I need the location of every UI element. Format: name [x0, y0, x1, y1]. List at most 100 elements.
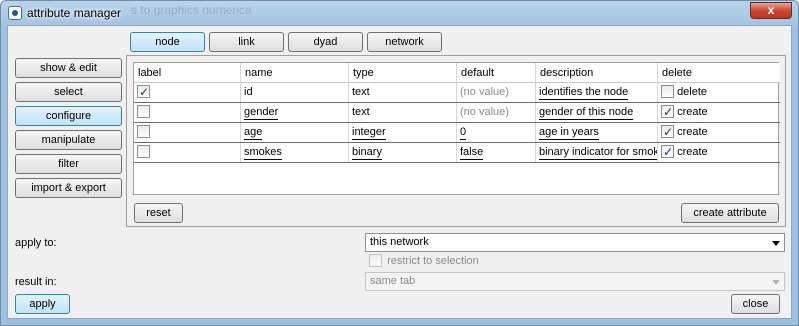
description-cell[interactable]: identifies the node [536, 83, 658, 102]
attribute-name: gender [244, 106, 279, 120]
attribute-type: text [352, 86, 370, 98]
sidebar-show-edit-label: show & edit [40, 62, 97, 74]
window-title: attribute manager [27, 6, 122, 20]
delete-checkbox[interactable] [661, 84, 674, 98]
tab-link[interactable]: link [209, 32, 284, 52]
tab-dyad-label: dyad [313, 36, 338, 48]
app-icon [8, 6, 22, 20]
default-cell[interactable]: (no value) [457, 83, 536, 102]
sidebar-filter[interactable]: filter [15, 154, 122, 174]
label-checkbox[interactable] [137, 124, 150, 138]
default-cell[interactable]: 0 [457, 123, 536, 142]
result-in-value: same tab [370, 275, 416, 287]
delete-cell[interactable]: delete [658, 83, 780, 102]
delete-cell[interactable]: create [658, 103, 780, 122]
restrict-to-selection-option[interactable]: restrict to selection [369, 254, 479, 269]
apply-to-value: this network [370, 236, 429, 248]
table-header: label name type default description dele… [134, 63, 780, 83]
label-cell[interactable] [134, 123, 241, 142]
attribute-description: identifies the node [539, 86, 629, 100]
chevron-down-icon [772, 241, 780, 246]
type-cell[interactable]: text [349, 83, 457, 102]
tab-network[interactable]: network [367, 32, 442, 52]
reset-button[interactable]: reset [134, 203, 183, 223]
label-checkbox[interactable] [137, 144, 150, 158]
table-row: id text (no value) identifies the node d… [134, 83, 780, 103]
attribute-name: smokes [244, 146, 282, 160]
attribute-description: binary indicator for smoking [539, 146, 657, 160]
sidebar-select[interactable]: select [15, 82, 122, 102]
label-cell[interactable] [134, 103, 241, 122]
tab-link-label: link [238, 36, 255, 48]
attribute-default: false [460, 146, 484, 160]
attribute-description: age in years [539, 126, 599, 140]
create-attribute-button[interactable]: create attribute [681, 203, 779, 223]
sidebar-select-label: select [54, 86, 83, 98]
close-button[interactable]: close [731, 294, 780, 314]
sidebar-import-export[interactable]: import & export [15, 178, 122, 198]
create-label: create [677, 126, 708, 138]
title-bar[interactable]: attribute manager s to graphics numerica… [1, 1, 798, 25]
apply-to-dropdown[interactable]: this network [365, 233, 785, 252]
attribute-default: (no value) [460, 106, 509, 118]
background-window-text: s to graphics numerica [131, 3, 252, 17]
sidebar-manipulate[interactable]: manipulate [15, 130, 122, 150]
close-icon: x [767, 3, 775, 17]
create-label: create [677, 106, 708, 118]
sidebar-import-export-label: import & export [31, 182, 106, 194]
tab-node[interactable]: node [130, 32, 205, 52]
result-in-dropdown[interactable]: same tab [365, 272, 785, 291]
apply-button[interactable]: apply [15, 294, 70, 314]
create-checkbox[interactable] [661, 143, 674, 162]
column-header-type[interactable]: type [349, 63, 457, 83]
label-cell[interactable] [134, 143, 241, 162]
restrict-checkbox[interactable] [369, 254, 382, 267]
tab-dyad[interactable]: dyad [288, 32, 363, 52]
attribute-default: 0 [460, 126, 467, 140]
create-checkbox[interactable] [661, 123, 674, 142]
name-cell[interactable]: smokes [241, 143, 349, 162]
default-cell[interactable]: false [457, 143, 536, 162]
type-cell[interactable]: text [349, 103, 457, 122]
create-checkbox[interactable] [661, 103, 674, 122]
sidebar-filter-label: filter [58, 158, 79, 170]
description-cell[interactable]: age in years [536, 123, 658, 142]
tab-node-label: node [155, 36, 180, 48]
apply-label: apply [29, 298, 56, 310]
column-header-name[interactable]: name [241, 63, 349, 83]
column-header-default[interactable]: default [457, 63, 536, 83]
attribute-type: integer [352, 126, 386, 140]
attribute-type: text [352, 106, 370, 118]
sidebar-manipulate-label: manipulate [41, 134, 96, 146]
label-cell[interactable] [134, 83, 241, 102]
attribute-type: binary [352, 146, 382, 160]
column-header-delete[interactable]: delete [658, 63, 780, 83]
label-checkbox[interactable] [137, 104, 150, 118]
type-cell[interactable]: binary [349, 143, 457, 162]
sidebar-configure-label: configure [45, 110, 92, 122]
create-attribute-label: create attribute [693, 207, 767, 219]
table-row: smokes binary false binary indicator for… [134, 143, 780, 163]
default-cell[interactable]: (no value) [457, 103, 536, 122]
delete-cell[interactable]: create [658, 143, 780, 162]
delete-label: delete [677, 86, 708, 98]
column-header-description[interactable]: description [536, 63, 658, 83]
sidebar-configure[interactable]: configure [15, 106, 122, 126]
column-header-label[interactable]: label [134, 63, 241, 83]
delete-cell[interactable]: create [658, 123, 780, 142]
label-checkbox[interactable] [137, 83, 150, 102]
reset-label: reset [146, 207, 171, 219]
name-cell[interactable]: age [241, 123, 349, 142]
create-label: create [677, 146, 708, 158]
table-row: gender text (no value) gender of this no… [134, 103, 780, 123]
name-cell[interactable]: gender [241, 103, 349, 122]
attribute-description: gender of this node [539, 106, 634, 120]
type-cell[interactable]: integer [349, 123, 457, 142]
close-label: close [742, 298, 769, 310]
description-cell[interactable]: binary indicator for smoking [536, 143, 658, 162]
window-close-button[interactable]: x [750, 2, 792, 19]
name-cell[interactable]: id [241, 83, 349, 102]
description-cell[interactable]: gender of this node [536, 103, 658, 122]
apply-to-label: apply to: [15, 237, 57, 249]
sidebar-show-edit[interactable]: show & edit [15, 58, 122, 78]
